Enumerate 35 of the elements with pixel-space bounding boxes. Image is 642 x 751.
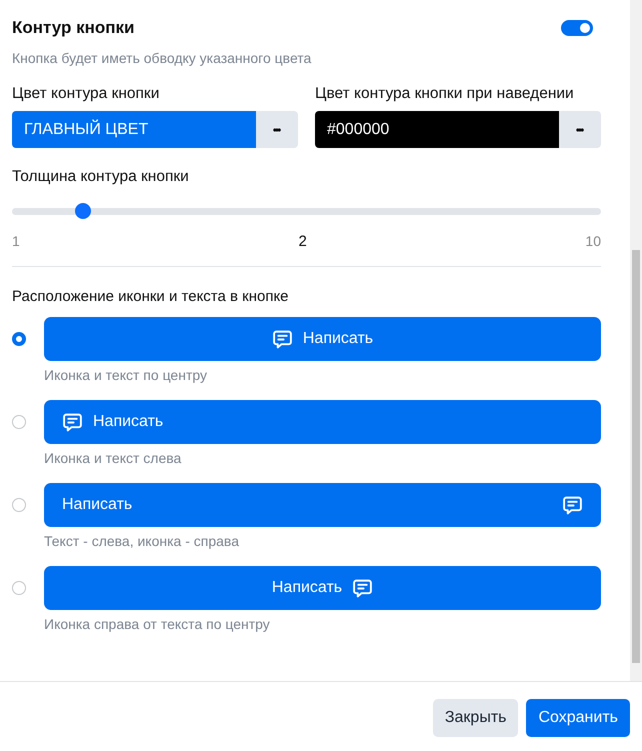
more-button[interactable]: ••• — [559, 111, 601, 148]
more-button[interactable]: ••• — [256, 111, 298, 148]
close-button[interactable]: Закрыть — [432, 699, 518, 737]
layout-title: Расположение иконки и текста в кнопке — [12, 288, 290, 305]
message-icon — [62, 412, 83, 432]
preview-button[interactable]: Написать — [44, 317, 601, 361]
color-field[interactable]: ГЛАВНЫЙ ЦВЕТ — [12, 111, 256, 148]
preview-button[interactable]: Написать — [44, 566, 601, 610]
max-value: 10 — [585, 233, 601, 250]
min-value: 1 — [12, 233, 20, 250]
message-icon — [272, 328, 293, 350]
scrollbar[interactable] — [630, 0, 642, 681]
option-caption: Иконка и текст слева — [44, 450, 182, 466]
option-caption: Текст - слева, иконка - справа — [44, 533, 240, 549]
field-label: Цвет контура кнопки — [12, 85, 160, 103]
section-description: Кнопка будет иметь обводку указанного цвета — [12, 50, 312, 66]
slider-thumb[interactable] — [74, 203, 91, 219]
message-icon — [562, 494, 583, 516]
slider[interactable] — [12, 203, 601, 219]
save-button[interactable]: Сохранить — [526, 699, 630, 737]
preview-button[interactable]: Написать — [44, 400, 601, 444]
field-label: Цвет контура кнопки при наведении — [315, 85, 575, 103]
preview-button[interactable]: Написать — [44, 483, 601, 527]
color-field[interactable]: #000000 — [315, 111, 559, 148]
message-icon — [352, 578, 374, 598]
current-value: 2 — [298, 233, 307, 250]
radio-button[interactable] — [12, 415, 26, 429]
radio-button[interactable] — [12, 332, 26, 346]
radio-button[interactable] — [12, 581, 26, 595]
option-caption: Иконка и текст по центру — [44, 367, 208, 383]
slider-label: Толщина контура кнопки — [12, 168, 190, 186]
section-title: Контур кнопки — [12, 18, 135, 38]
radio-button[interactable] — [12, 498, 26, 512]
option-caption: Иконка справа от текста по центру — [44, 616, 271, 632]
toggle-switch[interactable] — [561, 20, 593, 36]
